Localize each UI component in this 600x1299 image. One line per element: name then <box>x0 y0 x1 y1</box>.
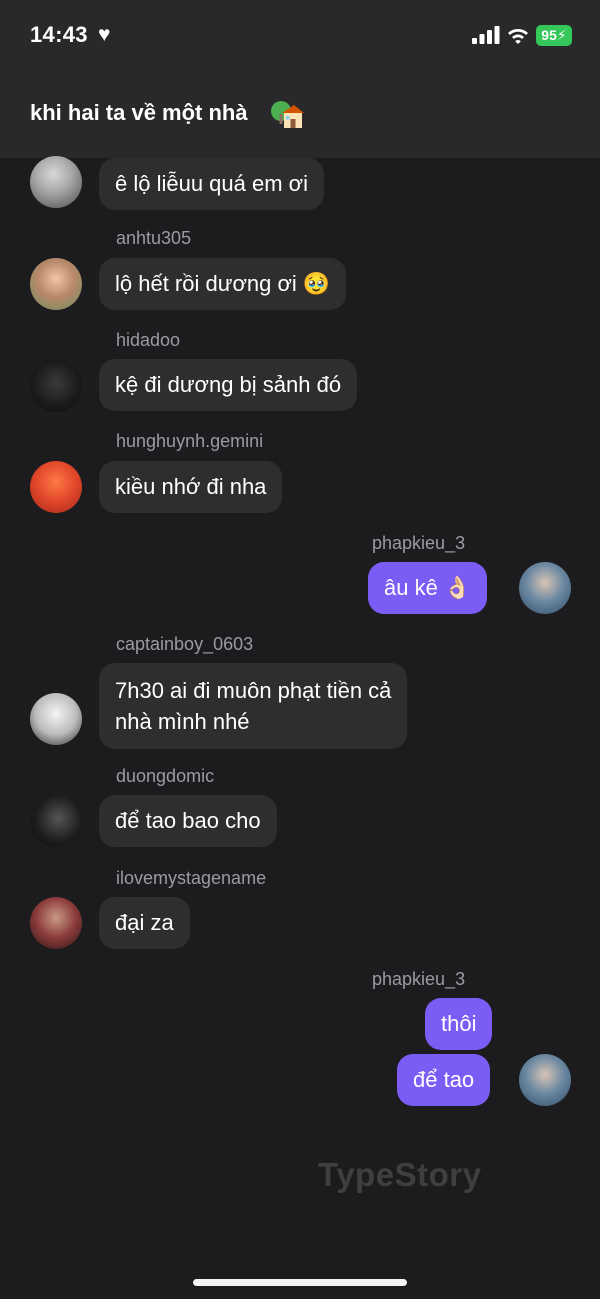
house-icon <box>271 101 304 128</box>
user-avatar[interactable] <box>30 461 82 513</box>
heart-icon: ♥ <box>98 23 111 46</box>
message-bubble: để tao <box>397 1054 491 1106</box>
charging-bolt-icon: ⚡ <box>556 27 567 43</box>
message-username: phapkieu_3 <box>372 969 466 989</box>
message-bubble: thôi <box>425 998 493 1050</box>
message-text: để tao <box>413 1067 475 1092</box>
chat-title: khi hai ta về một nhà <box>30 100 248 125</box>
message-bubble: kiều nhớ đi nha <box>99 461 283 513</box>
user-avatar[interactable] <box>519 1054 571 1106</box>
message-text: để tao bao cho <box>115 808 261 833</box>
home-indicator[interactable] <box>193 1279 407 1286</box>
message-text: thôi <box>441 1011 477 1036</box>
message-username: phapkieu_3 <box>372 533 466 553</box>
battery-level: 95 <box>541 27 557 43</box>
message-username: hunghuynh.gemini <box>116 431 264 451</box>
user-avatar[interactable] <box>30 897 82 949</box>
message-username: anhtu305 <box>116 228 192 248</box>
message-text: đại za <box>115 910 174 935</box>
message-text: lộ hết rồi dương ơi 🥹 <box>115 271 331 296</box>
user-avatar[interactable] <box>30 258 82 310</box>
message-bubble: ê lộ liễuu quá em ơi <box>99 158 324 210</box>
user-avatar[interactable] <box>30 360 82 412</box>
message-text: kiều nhớ đi nha <box>115 474 267 499</box>
message-bubble: 7h30 ai đi muôn phạt tiền cả nhà mình nh… <box>99 663 408 749</box>
message-bubble: để tao bao cho <box>99 795 277 847</box>
user-avatar[interactable] <box>30 795 82 847</box>
wifi-icon <box>508 29 528 44</box>
user-avatar[interactable] <box>30 156 82 208</box>
message-text: ê lộ liễuu quá em ơi <box>115 171 308 196</box>
message-username: duongdomic <box>116 766 215 786</box>
watermark: TypeStory <box>318 1156 482 1193</box>
message-text-line: 7h30 ai đi muôn phạt tiền cả <box>115 678 392 703</box>
status-bar: 14:43 ♥ 95⚡ <box>0 0 600 72</box>
message-bubble: kệ đi dương bị sảnh đó <box>99 359 358 411</box>
message-username: captainboy_0603 <box>116 634 254 654</box>
message-bubble: lộ hết rồi dương ơi 🥹 <box>99 258 347 310</box>
chat-screen: 14:43 ♥ 95⚡ khi hai ta về một nhà ê lộ l… <box>0 0 600 1299</box>
cellular-signal-icon <box>472 26 500 44</box>
user-avatar[interactable] <box>519 562 571 614</box>
message-bubble: âu kê 👌🏻 <box>368 562 488 614</box>
message-text: âu kê 👌🏻 <box>384 575 472 600</box>
status-time: 14:43 <box>30 22 88 47</box>
user-avatar[interactable] <box>30 693 82 745</box>
battery-indicator: 95⚡ <box>536 25 572 46</box>
message-bubble: đại za <box>99 897 190 949</box>
message-username: hidadoo <box>116 330 181 350</box>
message-username: ilovemystagename <box>116 868 267 888</box>
message-text: kệ đi dương bị sảnh đó <box>115 372 342 397</box>
message-text-line: nhà mình nhé <box>115 709 250 734</box>
